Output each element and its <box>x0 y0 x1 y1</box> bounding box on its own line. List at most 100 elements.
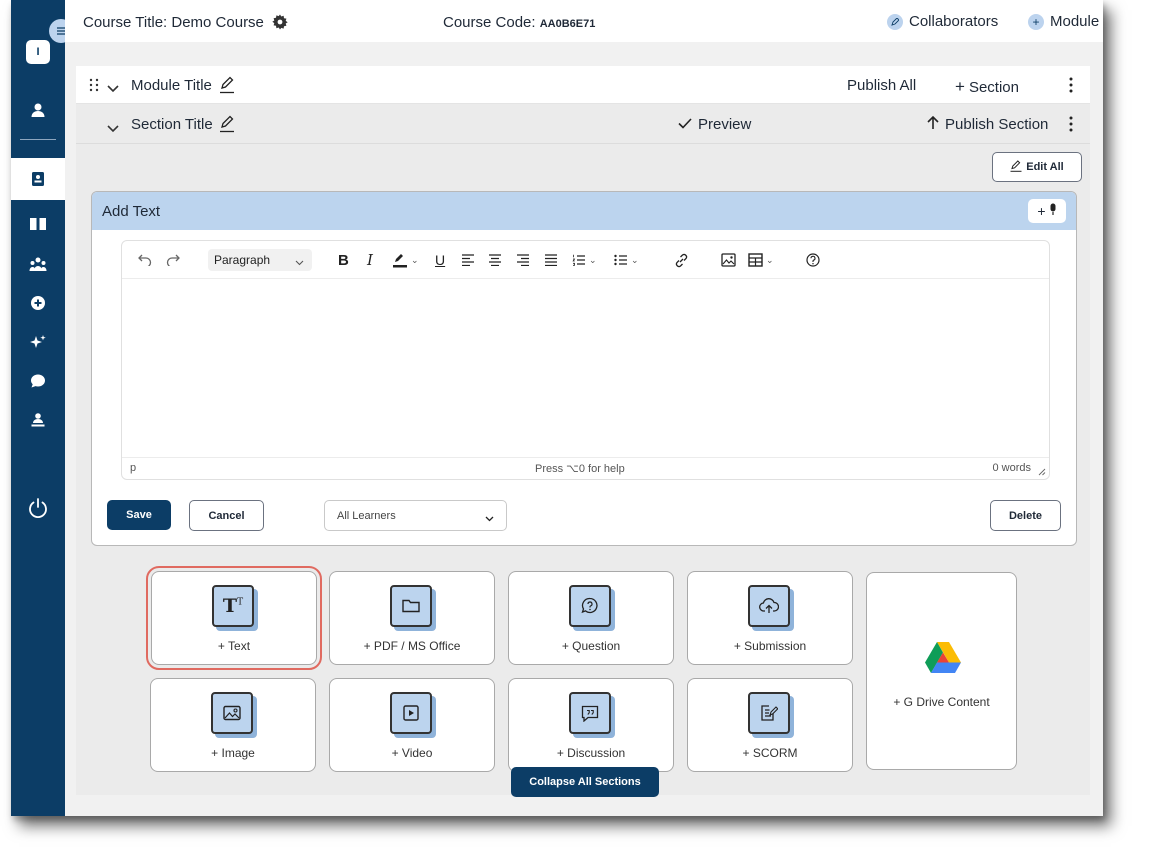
add-section-button[interactable]: + Section <box>955 77 1019 97</box>
bold-icon[interactable]: B <box>338 251 349 269</box>
audience-value: All Learners <box>337 510 396 522</box>
save-button[interactable]: Save <box>107 500 171 530</box>
link-icon[interactable] <box>674 251 689 269</box>
plus-icon: + <box>955 77 965 96</box>
edit-all-button[interactable]: Edit All <box>992 152 1082 182</box>
avatar-initial: I <box>36 46 40 58</box>
section-chevron-down-icon[interactable] <box>107 120 119 138</box>
module-label: Module <box>1050 13 1100 30</box>
chat-icon[interactable] <box>28 371 48 391</box>
add-text-editor-card: Add Text + Paragraph B I ⌄ U ⌄ ⌄ ⌄ p Pre… <box>91 191 1077 546</box>
collaborators-button[interactable]: Collaborators <box>887 13 998 30</box>
add-scorm-tile[interactable]: + SCORM <box>687 678 853 772</box>
editor-header: Add Text + <box>92 192 1076 230</box>
block-format-select[interactable]: Paragraph <box>208 249 312 271</box>
publish-all-button[interactable]: Publish All <box>847 77 916 94</box>
tile-label: + Text <box>217 639 251 653</box>
sidebar-divider <box>20 139 56 140</box>
tile-label: + Question <box>561 639 621 653</box>
bullet-list-icon[interactable]: ⌄ <box>614 251 639 269</box>
image-icon <box>211 692 253 734</box>
add-voice-plus: + <box>1037 203 1046 219</box>
delete-button[interactable]: Delete <box>990 500 1061 531</box>
element-path[interactable]: p <box>130 462 136 474</box>
insert-table-icon[interactable]: ⌄ <box>748 251 774 269</box>
tile-label: + Image <box>211 746 255 760</box>
add-circle-icon[interactable] <box>28 293 48 313</box>
module-title: Module Title <box>131 77 212 94</box>
audience-select[interactable]: All Learners <box>324 500 507 531</box>
tile-label: + Video <box>391 746 433 760</box>
book-open-icon[interactable] <box>28 214 48 234</box>
tile-label: + Submission <box>733 639 807 653</box>
tile-label: + Discussion <box>556 746 626 760</box>
add-video-tile[interactable]: + Video <box>329 678 495 772</box>
course-code-label: Course Code: <box>443 14 536 31</box>
add-gdrive-content-tile[interactable]: + G Drive Content <box>866 572 1017 770</box>
gear-icon[interactable] <box>272 14 288 34</box>
align-justify-icon[interactable] <box>544 251 558 269</box>
gdrive-label: + G Drive Content <box>893 695 990 709</box>
preview-label: Preview <box>698 116 752 133</box>
redo-icon[interactable] <box>166 251 180 269</box>
publish-section-button[interactable]: Publish Section <box>927 115 1048 134</box>
editor-title: Add Text <box>102 203 161 220</box>
app-window: I Course Title: Demo Course Course Code:… <box>11 0 1103 816</box>
chevron-down-icon[interactable] <box>107 80 119 98</box>
preview-button[interactable]: Preview <box>678 116 751 133</box>
add-discussion-tile[interactable]: + Discussion <box>508 678 674 772</box>
user-icon[interactable] <box>28 100 48 120</box>
course-title-text: Course Title: Demo Course <box>83 14 264 31</box>
module-more-icon[interactable] <box>1069 77 1073 98</box>
rich-text-editor[interactable]: Paragraph B I ⌄ U ⌄ ⌄ ⌄ p Press ⌥0 for h… <box>121 240 1050 480</box>
microphone-icon <box>1049 203 1057 219</box>
editor-status-bar: p Press ⌥0 for help 0 words <box>122 457 1049 479</box>
word-count[interactable]: 0 words <box>992 462 1031 474</box>
add-question-tile[interactable]: + Question <box>508 571 674 665</box>
align-right-icon[interactable] <box>516 251 530 269</box>
edit-section-title-icon[interactable] <box>219 115 235 138</box>
highlight-color-icon[interactable]: ⌄ <box>392 251 419 269</box>
block-format-chevron-icon <box>295 255 304 269</box>
folder-icon <box>390 585 432 627</box>
check-icon <box>678 116 692 133</box>
section-header: Section Title Preview Publish Section <box>76 104 1090 144</box>
sparkle-icon[interactable] <box>28 332 48 352</box>
add-pdf-office-tile[interactable]: + PDF / MS Office <box>329 571 495 665</box>
group-icon[interactable] <box>28 254 48 274</box>
video-icon <box>390 692 432 734</box>
text-format-icon: TT <box>212 585 254 627</box>
add-voice-button[interactable]: + <box>1028 199 1066 223</box>
editor-toolbar: Paragraph B I ⌄ U ⌄ ⌄ ⌄ <box>122 241 1049 279</box>
italic-icon[interactable]: I <box>367 251 373 269</box>
numbered-list-icon[interactable]: ⌄ <box>572 251 597 269</box>
tile-label: + SCORM <box>742 746 798 760</box>
underline-icon[interactable]: U <box>435 251 445 269</box>
edit-module-title-icon[interactable] <box>219 76 235 99</box>
resize-handle-icon[interactable] <box>1038 467 1046 479</box>
section-more-icon[interactable] <box>1069 116 1073 137</box>
scorm-icon <box>748 692 790 734</box>
tile-label: + PDF / MS Office <box>363 639 461 653</box>
teacher-icon[interactable] <box>28 410 48 430</box>
cancel-button[interactable]: Cancel <box>189 500 264 531</box>
collaborators-label: Collaborators <box>909 13 999 30</box>
top-bar: Course Title: Demo Course Course Code: A… <box>65 0 1103 42</box>
power-icon[interactable] <box>26 496 50 520</box>
undo-icon[interactable] <box>138 251 152 269</box>
help-hint: Press ⌥0 for help <box>535 463 625 475</box>
collapse-all-sections-button[interactable]: Collapse All Sections <box>511 767 659 797</box>
add-section-label: Section <box>968 79 1019 96</box>
drag-handle-icon[interactable] <box>89 78 99 97</box>
align-left-icon[interactable] <box>461 251 475 269</box>
add-submission-tile[interactable]: + Submission <box>687 571 853 665</box>
add-image-tile[interactable]: + Image <box>150 678 316 772</box>
avatar[interactable]: I <box>26 40 50 64</box>
contact-book-icon[interactable] <box>28 169 48 189</box>
add-text-tile[interactable]: TT + Text <box>146 566 322 670</box>
align-center-icon[interactable] <box>488 251 502 269</box>
help-icon[interactable] <box>806 251 820 269</box>
section-title: Section Title <box>131 116 213 133</box>
add-module-button[interactable]: + Module <box>1028 13 1099 30</box>
insert-image-icon[interactable] <box>721 251 736 269</box>
